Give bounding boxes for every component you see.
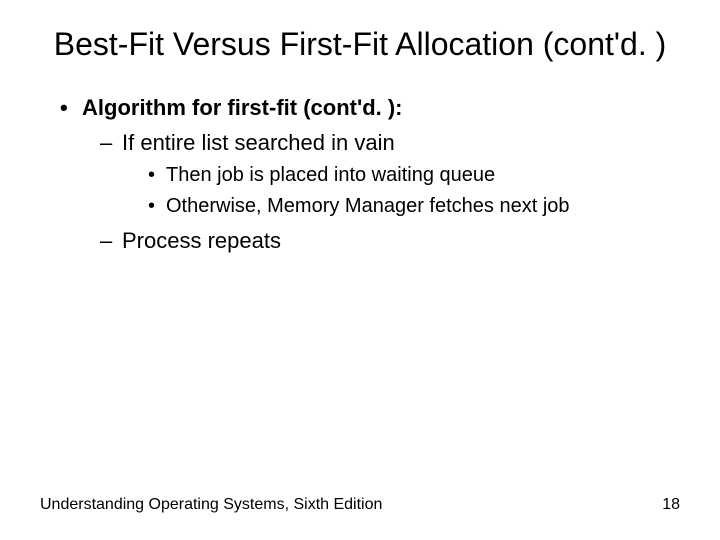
bullet-level-1: Algorithm for first-fit (cont'd. ): (60, 93, 680, 123)
bullet-level-2: Process repeats (100, 226, 680, 256)
bullet-level-2: If entire list searched in vain (100, 128, 680, 158)
slide-footer: Understanding Operating Systems, Sixth E… (40, 496, 680, 514)
slide: Best-Fit Versus First-Fit Allocation (co… (0, 0, 720, 540)
bullet-level-3: Otherwise, Memory Manager fetches next j… (148, 193, 680, 220)
slide-title: Best-Fit Versus First-Fit Allocation (co… (40, 26, 680, 63)
footer-source: Understanding Operating Systems, Sixth E… (40, 496, 382, 514)
slide-content: Algorithm for first-fit (cont'd. ): If e… (40, 93, 680, 256)
page-number: 18 (662, 496, 680, 514)
bullet-level-3: Then job is placed into waiting queue (148, 162, 680, 189)
